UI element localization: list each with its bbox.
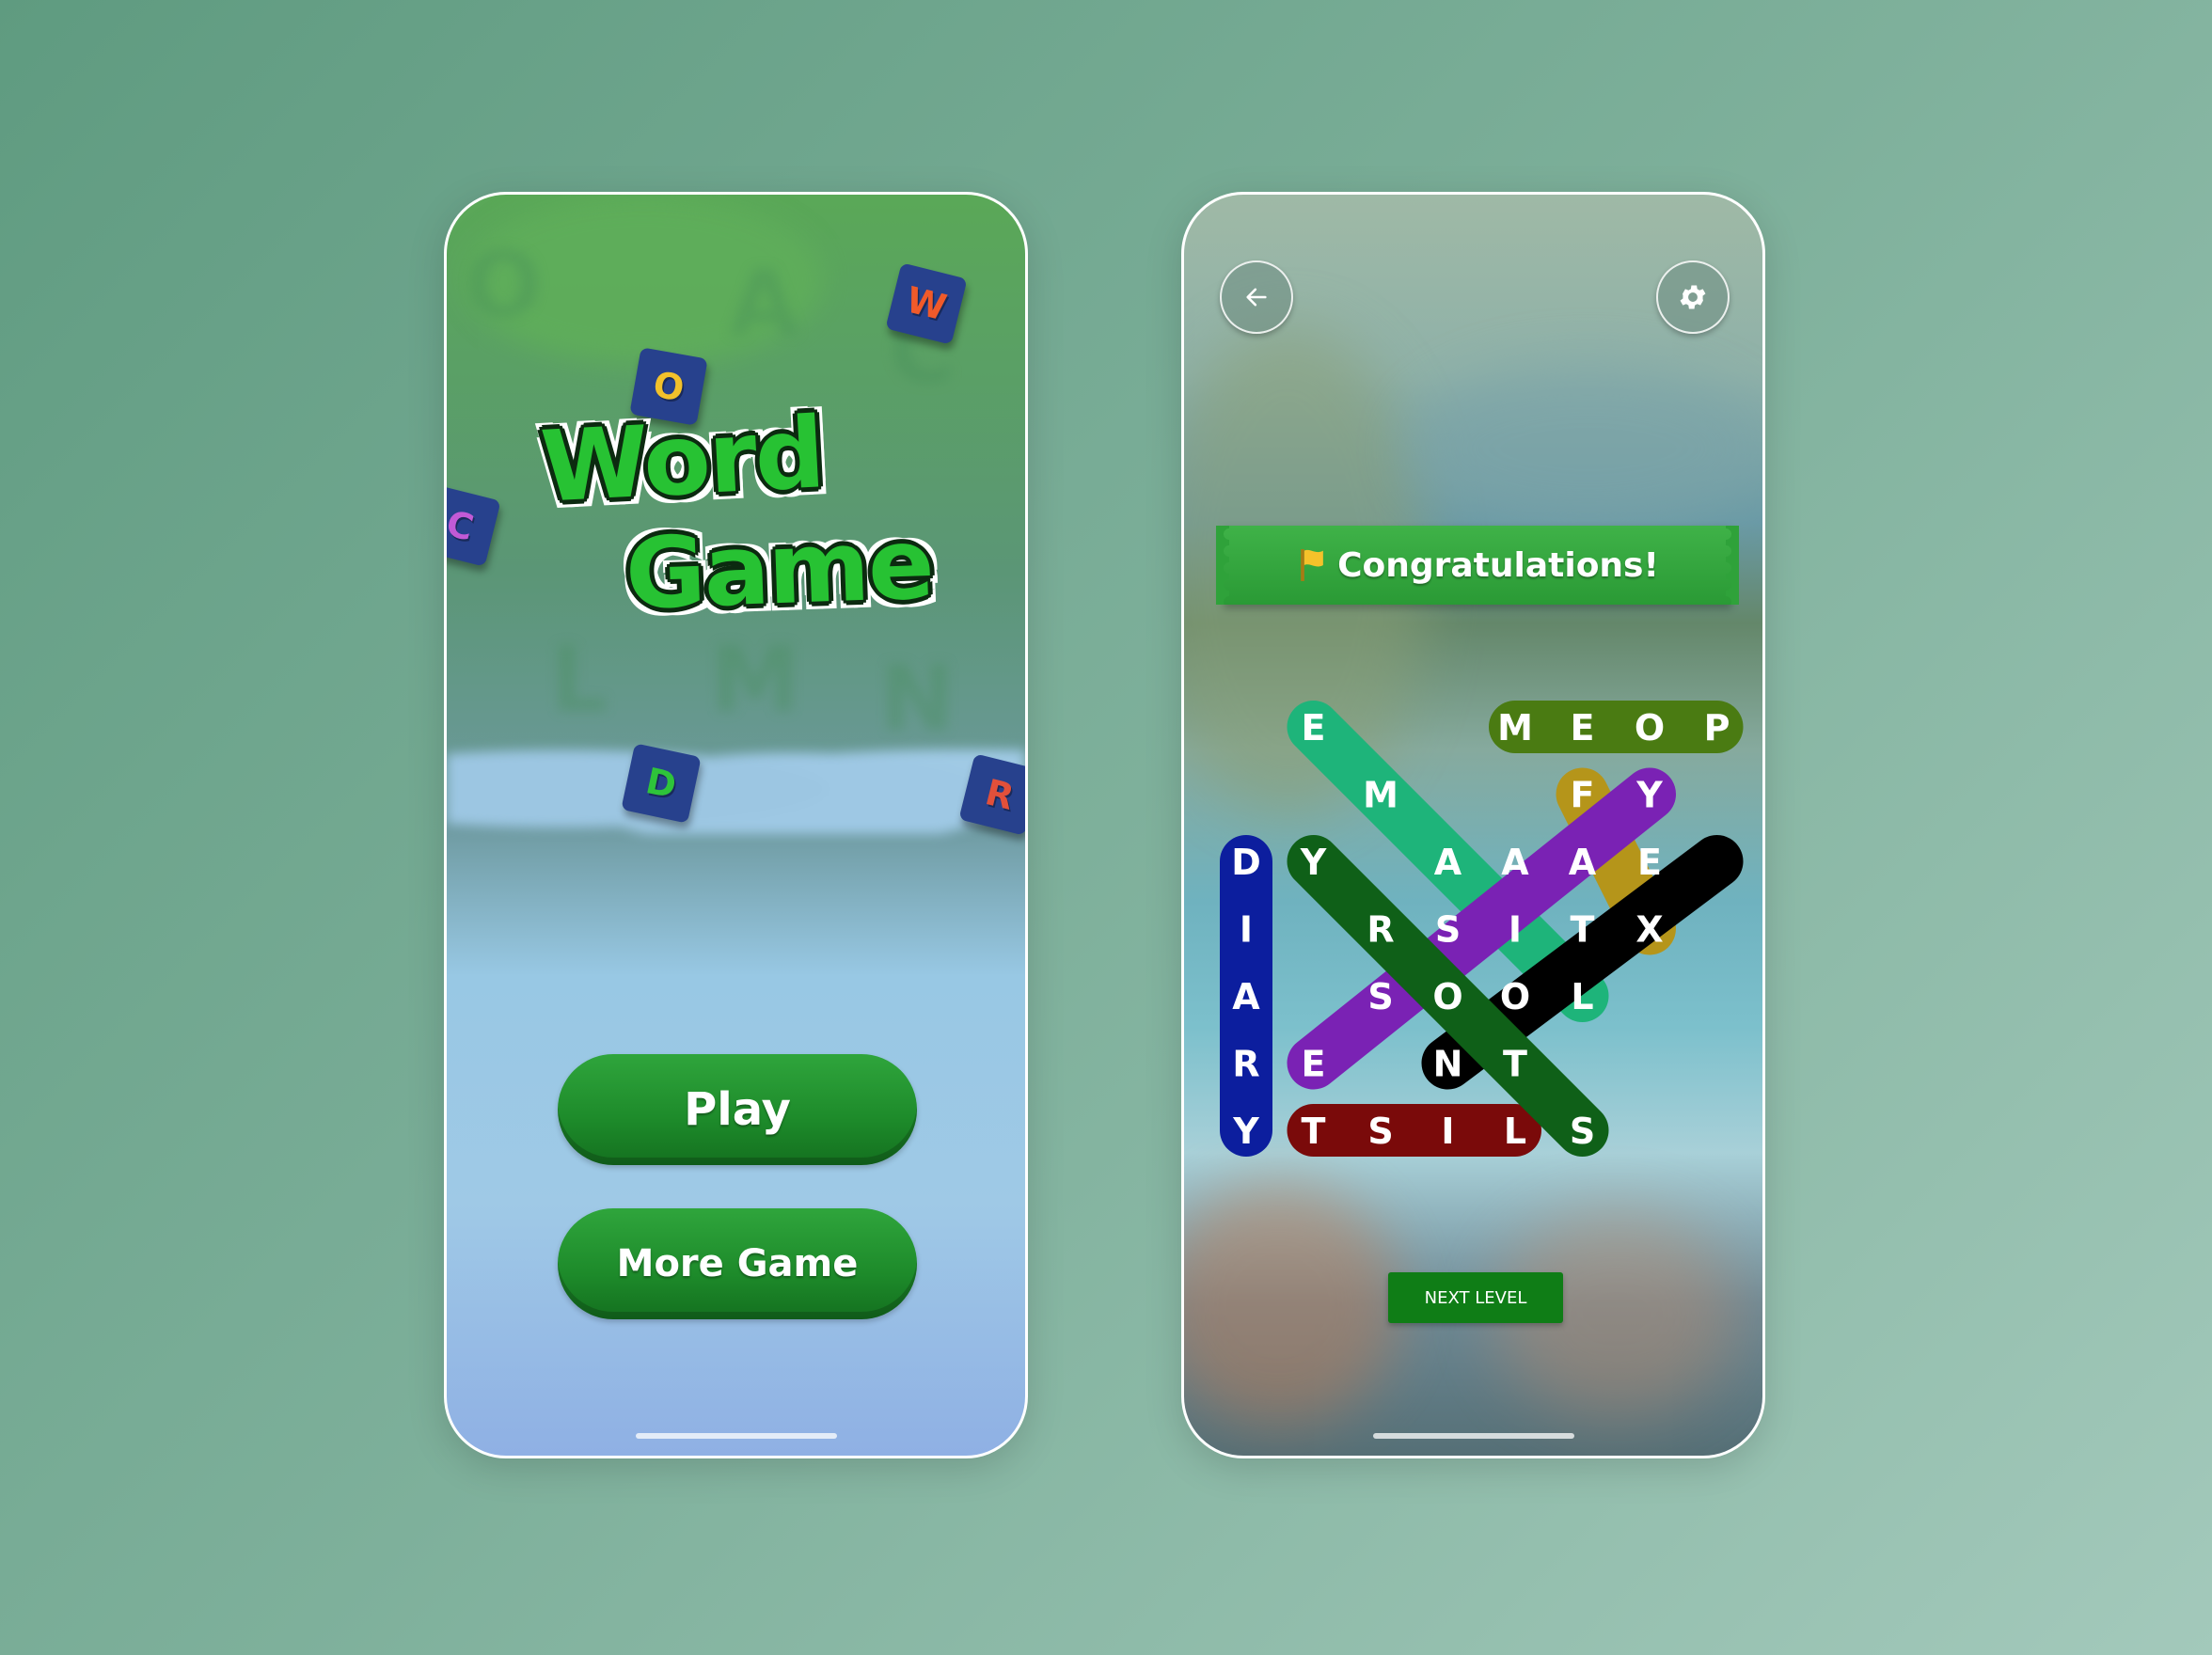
grid-letter[interactable]: I xyxy=(1441,1111,1454,1152)
tile-letter: W xyxy=(902,278,951,329)
grid-letter[interactable]: Y xyxy=(1635,775,1663,816)
grid-letter[interactable]: A xyxy=(1232,976,1260,1017)
grid-letter[interactable]: O xyxy=(1500,976,1530,1017)
grid-letter[interactable]: E xyxy=(1302,707,1326,749)
grid-letter[interactable]: A xyxy=(1501,842,1529,883)
grid-letter[interactable]: S xyxy=(1435,909,1461,951)
grid-letter[interactable]: D xyxy=(1231,842,1261,883)
grid-letter[interactable]: F xyxy=(1571,775,1595,816)
grid-letter[interactable]: Y xyxy=(1300,842,1327,883)
grid-letter[interactable]: L xyxy=(1571,976,1593,1017)
logo-word: Word xyxy=(538,395,827,525)
grid-letter[interactable]: N xyxy=(1433,1044,1463,1085)
faded-letter: O xyxy=(466,232,543,338)
grid-letter[interactable]: R xyxy=(1232,1044,1259,1085)
grid-letter[interactable]: A xyxy=(1434,842,1462,883)
grid-letter[interactable]: E xyxy=(1637,842,1662,883)
grid-letter[interactable]: S xyxy=(1367,976,1393,1017)
tile-letter: R xyxy=(981,771,1019,818)
grid-letter[interactable]: E xyxy=(1571,707,1595,749)
faded-letter: A xyxy=(729,251,799,356)
grid-letter[interactable]: I xyxy=(1509,909,1522,951)
grid-letter[interactable]: M xyxy=(1497,707,1533,749)
cloud-layer xyxy=(447,721,1025,834)
grid-letter[interactable]: T xyxy=(1302,1111,1326,1152)
grid-letter[interactable]: O xyxy=(1635,707,1665,749)
letter-tile-c: C xyxy=(444,484,501,567)
grid-letter[interactable]: T xyxy=(1571,909,1595,951)
grid-letter[interactable]: E xyxy=(1302,1044,1326,1085)
home-indicator xyxy=(635,1433,837,1439)
play-button[interactable]: Play xyxy=(558,1054,917,1165)
grid-letter[interactable]: X xyxy=(1635,909,1663,951)
tile-letter: D xyxy=(641,760,680,807)
grid-letter[interactable]: M xyxy=(1363,775,1398,816)
more-game-button[interactable]: More Game xyxy=(558,1208,917,1319)
grid-letter[interactable]: S xyxy=(1570,1111,1595,1152)
grid-letter[interactable]: P xyxy=(1704,707,1730,749)
logo-game: Game xyxy=(623,506,935,632)
home-indicator xyxy=(1372,1433,1574,1439)
grid-letter[interactable]: I xyxy=(1240,909,1253,951)
game-phone: Congratulations! EMEOPMFYDYAAAEIRSITXASO… xyxy=(1181,192,1765,1458)
grid-letter[interactable]: R xyxy=(1367,909,1394,951)
grid-letter[interactable]: O xyxy=(1432,976,1462,1017)
tile-letter: C xyxy=(444,502,478,549)
grid-letter[interactable]: T xyxy=(1503,1044,1527,1085)
word-search-board: E M E O PM F YD Y A A A EI R S I T XA S O O LR E N TY T S I L S xyxy=(1220,701,1744,1157)
word-game-logo: Word Game xyxy=(531,395,964,646)
grid-letter[interactable]: Y xyxy=(1232,1111,1259,1152)
grid-letter[interactable]: A xyxy=(1569,842,1597,883)
grid-letter[interactable]: L xyxy=(1504,1111,1526,1152)
letter-tile-d: D xyxy=(621,743,702,824)
menu-phone: O A C L M N W O C D R Word Game Play Mor… xyxy=(444,192,1028,1458)
grid-letter[interactable]: S xyxy=(1367,1111,1393,1152)
next-level-button[interactable]: NEXT LEVEL xyxy=(1388,1272,1563,1323)
